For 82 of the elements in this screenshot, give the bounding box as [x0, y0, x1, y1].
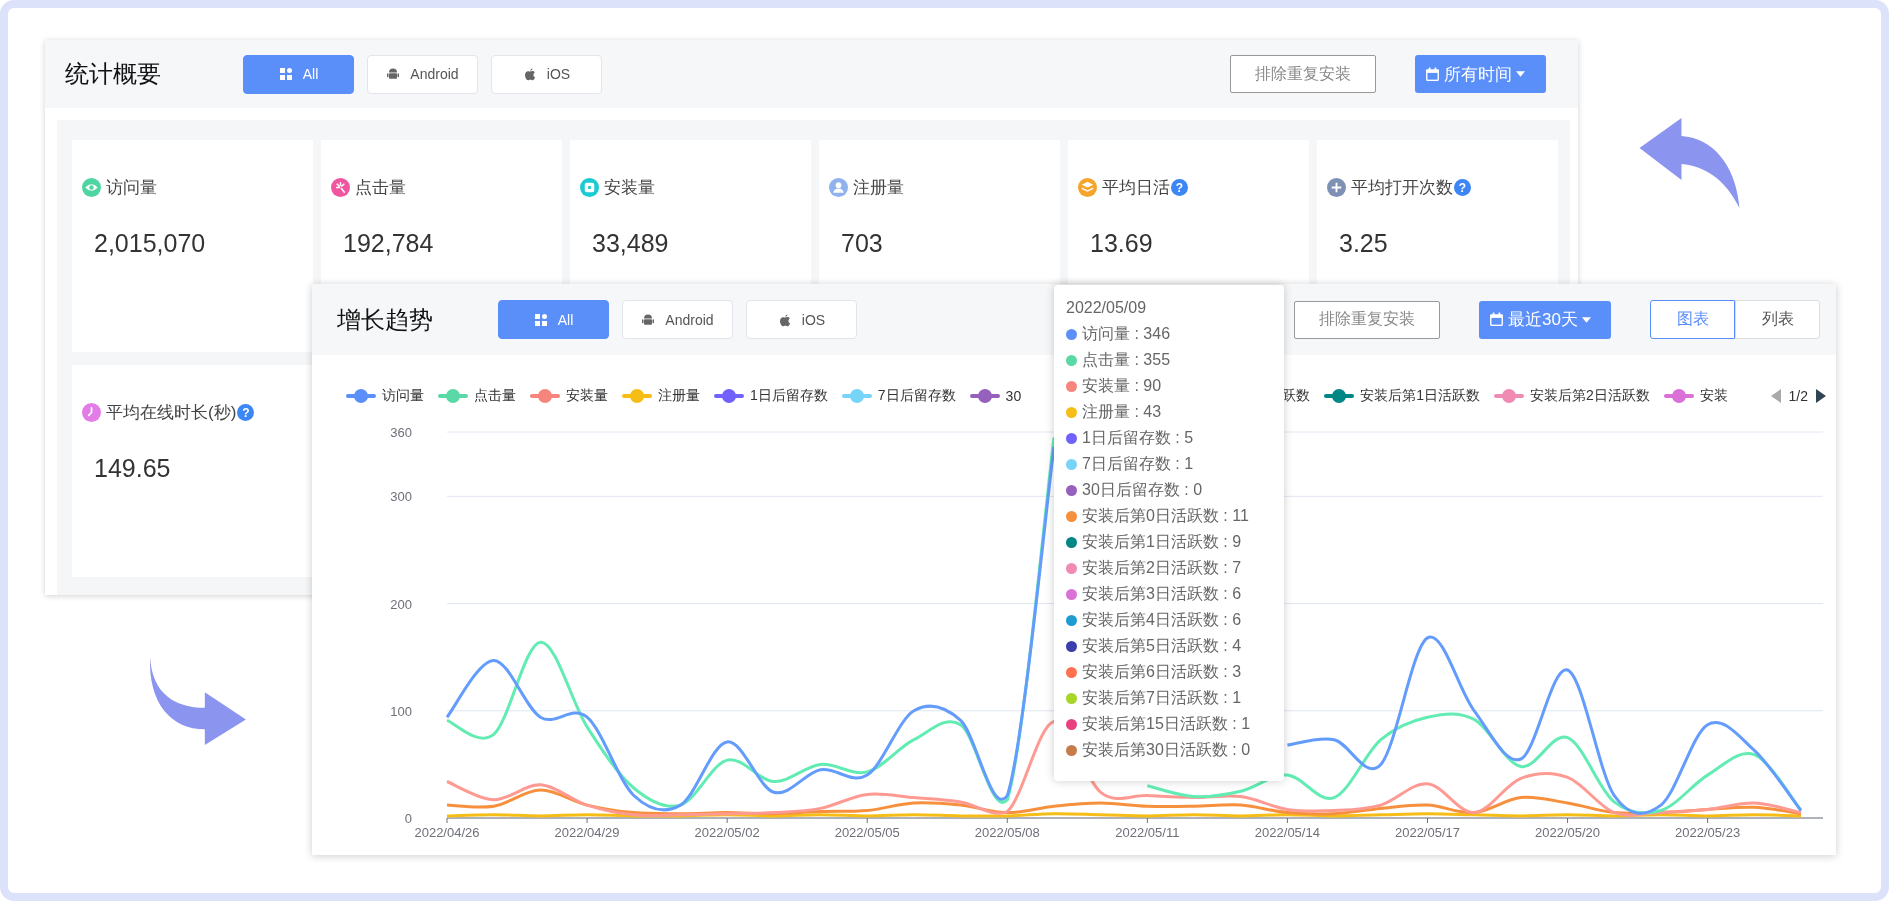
curved-arrow-icon: [1638, 118, 1741, 208]
stat-value: 13.69: [1089, 229, 1154, 258]
help-badge[interactable]: ?: [1171, 179, 1188, 196]
axis-label: 2022/05/14: [1254, 825, 1320, 840]
tooltip-value: 安装后第4日活跃数 : 6: [1082, 609, 1242, 630]
platform-tab[interactable]: iOS: [491, 54, 602, 94]
axis-label: 2022/05/05: [834, 825, 900, 840]
stat-label: 平均打开次数: [1351, 177, 1453, 199]
legend-item[interactable]: 30: [969, 388, 1022, 404]
view-tab[interactable]: 列表: [1735, 300, 1820, 339]
grid-icon: [533, 312, 548, 327]
axis-label: 0: [404, 811, 412, 826]
axis-label: 2022/04/26: [414, 825, 480, 840]
legend-item[interactable]: 注册量: [622, 387, 700, 405]
tooltip-value: 安装后第30日活跃数 : 0: [1082, 739, 1251, 760]
tooltip-value: 安装后第5日活跃数 : 4: [1082, 635, 1242, 656]
panel-title: 增长趋势: [337, 304, 433, 335]
dedupe-button[interactable]: 排除重复安装: [1294, 300, 1440, 339]
stat-label: 点击量: [355, 177, 406, 199]
stat-label: 访问量: [106, 177, 157, 199]
stat-value: 192,784: [342, 229, 435, 258]
stat-label: 安装量: [604, 177, 655, 199]
android-icon: [386, 67, 401, 81]
tooltip-value: 安装后第3日活跃数 : 6: [1082, 583, 1242, 604]
android-icon: [641, 312, 656, 327]
caret-icon: [1581, 316, 1591, 323]
legend-item[interactable]: 点击量: [438, 387, 516, 405]
legend-item[interactable]: 7日后留存数: [841, 387, 956, 405]
platform-tab[interactable]: Android: [622, 300, 733, 339]
legend-item[interactable]: 安装后第1日活跃数: [1324, 387, 1480, 405]
platform-tab[interactable]: iOS: [746, 300, 857, 339]
legend-item[interactable]: 安装后第2日活跃数: [1493, 387, 1650, 405]
tooltip-value: 安装后第7日活跃数 : 1: [1082, 687, 1242, 708]
stat-value: 2,015,070: [93, 229, 207, 258]
tooltip-value: 点击量 : 355: [1082, 349, 1171, 370]
apple-icon: [777, 312, 792, 327]
next-page-icon[interactable]: [1816, 389, 1826, 403]
axis-label: 2022/05/08: [974, 825, 1040, 840]
legend-item[interactable]: 安装: [1663, 387, 1728, 405]
calendar-icon: [1489, 312, 1504, 327]
dedupe-button[interactable]: 排除重复安装: [1230, 55, 1376, 93]
stat-value: 149.65: [93, 454, 172, 483]
calendar-icon: [1425, 66, 1440, 82]
tooltip-value: 安装量 : 90: [1082, 375, 1162, 396]
tooltip-value: 注册量 : 43: [1082, 401, 1162, 422]
grid-icon: [278, 67, 293, 81]
tooltip-value: 访问量 : 346: [1082, 323, 1171, 344]
axis-label: 100: [390, 703, 412, 719]
axis-label: 2022/05/23: [1675, 825, 1741, 840]
tooltip-value: 7日后留存数 : 1: [1082, 453, 1194, 474]
tooltip-date: 2022/05/09: [1066, 298, 1148, 318]
tooltip-value: 安装后第2日活跃数 : 7: [1082, 557, 1242, 578]
stat-value: 3.25: [1338, 229, 1389, 258]
axis-label: 2022/05/17: [1394, 825, 1460, 840]
stat-label: 注册量: [853, 177, 904, 199]
tooltip-value: 安装后第0日活跃数 : 11: [1082, 505, 1249, 526]
stat-label: 平均日活: [1102, 177, 1170, 199]
legend-item[interactable]: 访问量: [346, 387, 424, 405]
tooltip-value: 安装后第1日活跃数 : 9: [1082, 531, 1242, 552]
axis-label: 2022/05/11: [1115, 825, 1180, 840]
axis-label: 300: [390, 489, 412, 505]
page-indicator: 1/2: [1788, 388, 1808, 404]
axis-label: 2022/04/29: [554, 825, 620, 840]
caret-icon: [1516, 71, 1525, 77]
stat-value: 703: [840, 229, 884, 258]
axis-label: 200: [390, 596, 412, 612]
apple-icon: [522, 67, 537, 81]
axis-label: 2022/05/02: [694, 825, 760, 840]
help-badge[interactable]: ?: [237, 404, 255, 421]
legend-item[interactable]: 安装量: [530, 387, 608, 405]
stat-value: 33,489: [591, 229, 670, 258]
panel-title: 统计概要: [65, 59, 161, 89]
tooltip-value: 安装后第15日活跃数 : 1: [1082, 713, 1251, 734]
legend-item[interactable]: 1日后留存数: [714, 387, 828, 405]
tooltip-value: 1日后留存数 : 5: [1082, 427, 1194, 448]
platform-tab[interactable]: Android: [367, 54, 478, 94]
axis-label: 360: [390, 425, 412, 440]
axis-label: 2022/05/20: [1535, 825, 1601, 840]
tooltip-value: 安装后第6日活跃数 : 3: [1082, 661, 1242, 682]
stat-label: 平均在线时长(秒): [106, 402, 237, 424]
help-badge[interactable]: ?: [1454, 179, 1471, 196]
tooltip-value: 30日后留存数 : 0: [1082, 479, 1203, 500]
